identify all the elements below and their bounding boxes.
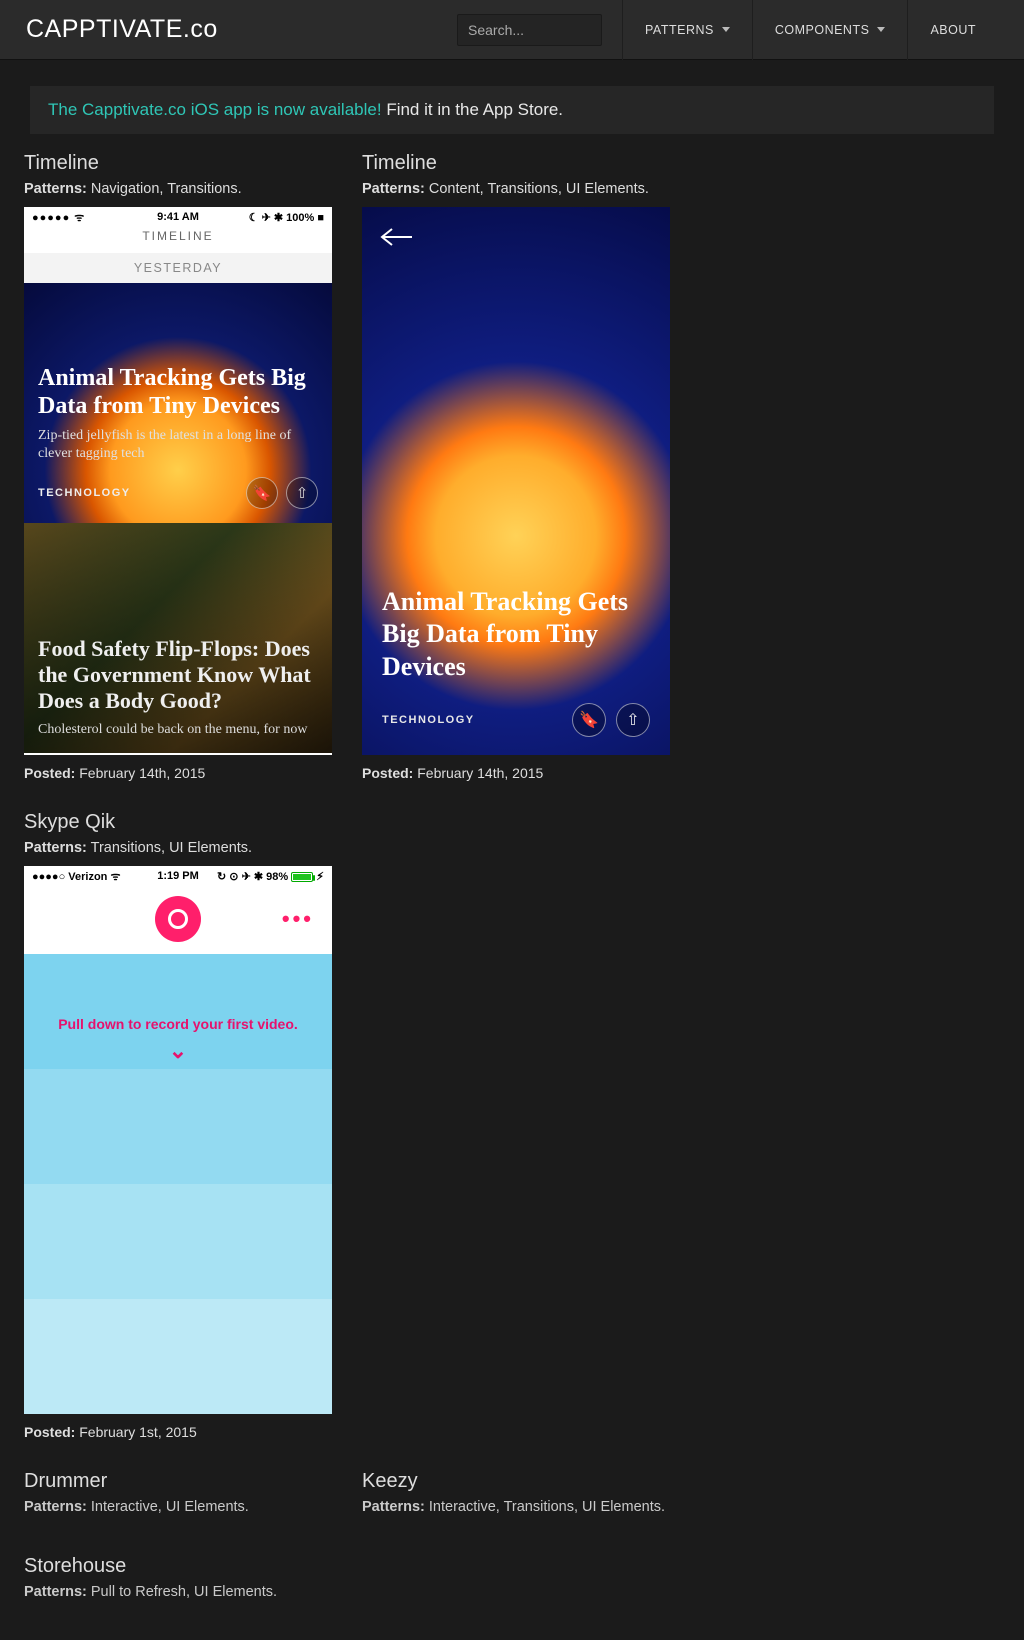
- pattern-card[interactable]: Timeline Patterns: Navigation, Transitio…: [24, 152, 332, 781]
- pattern-card[interactable]: Keezy Patterns: Interactive, Transitions…: [362, 1470, 670, 1525]
- site-logo[interactable]: CAPPTIVATE.co: [26, 15, 218, 44]
- posted-prefix: Posted:: [24, 1424, 75, 1440]
- pattern-card[interactable]: Drummer Patterns: Interactive, UI Elemen…: [24, 1470, 332, 1525]
- card-meta: Patterns: Content, Transitions, UI Eleme…: [362, 181, 670, 197]
- preview-story: Food Safety Flip-Flops: Does the Governm…: [24, 523, 332, 753]
- card-posted: Posted: February 14th, 2015: [362, 765, 670, 781]
- battery-icon: [291, 872, 313, 882]
- patterns-text: Interactive, Transitions, UI Elements.: [429, 1499, 665, 1515]
- patterns-prefix: Patterns:: [24, 181, 87, 197]
- pattern-card[interactable]: Storehouse Patterns: Pull to Refresh, UI…: [24, 1555, 332, 1610]
- card-meta: Patterns: Interactive, Transitions, UI E…: [362, 1499, 670, 1515]
- story-category: TECHNOLOGY: [38, 487, 131, 499]
- posted-prefix: Posted:: [362, 765, 413, 781]
- story-sub: Zip-tied jellyfish is the latest in a lo…: [38, 427, 318, 463]
- announcement-text: Find it in the App Store.: [386, 100, 563, 119]
- preview-hint: Pull down to record your first video. ⌄: [24, 1016, 332, 1064]
- nav-components-label: COMPONENTS: [775, 23, 870, 37]
- nav-components[interactable]: COMPONENTS: [752, 0, 908, 60]
- story-headline: Animal Tracking Gets Big Data from Tiny …: [38, 365, 318, 420]
- card-meta: Patterns: Pull to Refresh, UI Elements.: [24, 1584, 332, 1600]
- story-category: TECHNOLOGY: [382, 714, 475, 726]
- status-time: 1:19 PM: [24, 870, 332, 882]
- nav-patterns[interactable]: PATTERNS: [622, 0, 752, 60]
- patterns-text: Content, Transitions, UI Elements.: [429, 181, 649, 197]
- main-nav: PATTERNS COMPONENTS ABOUT: [622, 0, 998, 60]
- search-input[interactable]: [457, 14, 602, 46]
- posted-prefix: Posted:: [24, 765, 75, 781]
- card-meta: Patterns: Interactive, UI Elements.: [24, 1499, 332, 1515]
- card-title: Storehouse: [24, 1555, 332, 1578]
- share-icon[interactable]: ⇧: [286, 477, 318, 509]
- story-headline: Animal Tracking Gets Big Data from Tiny …: [382, 586, 650, 684]
- back-arrow-icon[interactable]: [378, 225, 414, 254]
- record-button[interactable]: [155, 896, 201, 942]
- announcement-highlight: The Capptivate.co iOS app is now availab…: [48, 100, 382, 119]
- bookmark-icon[interactable]: 🔖: [246, 477, 278, 509]
- posted-date: February 14th, 2015: [79, 765, 205, 781]
- patterns-prefix: Patterns:: [362, 1499, 425, 1515]
- card-grid-row2: Drummer Patterns: Interactive, UI Elemen…: [0, 1470, 1024, 1640]
- patterns-prefix: Patterns:: [24, 1499, 87, 1515]
- pattern-card[interactable]: Timeline Patterns: Content, Transitions,…: [362, 152, 670, 781]
- posted-date: February 1st, 2015: [79, 1424, 197, 1440]
- patterns-prefix: Patterns:: [24, 840, 87, 856]
- nav-about-label: ABOUT: [930, 23, 976, 37]
- more-icon[interactable]: •••: [282, 906, 314, 932]
- chevron-down-icon: [877, 27, 885, 32]
- announcement-banner[interactable]: The Capptivate.co iOS app is now availab…: [30, 86, 994, 134]
- patterns-prefix: Patterns:: [362, 181, 425, 197]
- story-headline: Food Safety Flip-Flops: Does the Governm…: [38, 636, 318, 715]
- card-title: Drummer: [24, 1470, 332, 1493]
- chevron-down-icon: ⌄: [24, 1038, 332, 1064]
- ios-status-bar: ●●●●● ᯤ 9:41 AM ☾ ✈︎ ✱ 100% ■: [24, 207, 332, 225]
- preview-section-header: YESTERDAY: [24, 253, 332, 283]
- card-posted: Posted: February 1st, 2015: [24, 1424, 332, 1440]
- ios-status-bar: ●●●●○ Verizon ᯤ 1:19 PM ↻ ⊙ ✈︎ ✱ 98% ⚡︎: [24, 866, 332, 884]
- bookmark-icon[interactable]: 🔖: [572, 703, 606, 737]
- nav-about[interactable]: ABOUT: [907, 0, 998, 60]
- card-title: Timeline: [362, 152, 670, 175]
- card-grid: Timeline Patterns: Navigation, Transitio…: [0, 152, 1024, 1470]
- story-sub: Cholesterol could be back on the menu, f…: [38, 721, 318, 739]
- topbar: CAPPTIVATE.co PATTERNS COMPONENTS ABOUT: [0, 0, 1024, 60]
- nav-patterns-label: PATTERNS: [645, 23, 714, 37]
- patterns-text: Navigation, Transitions.: [91, 181, 242, 197]
- chevron-down-icon: [722, 27, 730, 32]
- card-title: Timeline: [24, 152, 332, 175]
- app-preview: Animal Tracking Gets Big Data from Tiny …: [362, 207, 670, 755]
- card-meta: Patterns: Navigation, Transitions.: [24, 181, 332, 197]
- app-preview: ●●●●○ Verizon ᯤ 1:19 PM ↻ ⊙ ✈︎ ✱ 98% ⚡︎ …: [24, 866, 332, 1414]
- patterns-text: Pull to Refresh, UI Elements.: [91, 1584, 277, 1600]
- card-posted: Posted: February 14th, 2015: [24, 765, 332, 781]
- preview-chrome: •••: [24, 884, 332, 954]
- preview-navbar-title: TIMELINE: [24, 229, 332, 243]
- preview-story: Animal Tracking Gets Big Data from Tiny …: [24, 283, 332, 523]
- patterns-text: Transitions, UI Elements.: [91, 840, 252, 856]
- status-time: 9:41 AM: [24, 211, 332, 223]
- app-preview: ●●●●● ᯤ 9:41 AM ☾ ✈︎ ✱ 100% ■ TIMELINE Y…: [24, 207, 332, 755]
- posted-date: February 14th, 2015: [417, 765, 543, 781]
- share-icon[interactable]: ⇧: [616, 703, 650, 737]
- patterns-text: Interactive, UI Elements.: [91, 1499, 249, 1515]
- card-meta: Patterns: Transitions, UI Elements.: [24, 840, 332, 856]
- patterns-prefix: Patterns:: [24, 1584, 87, 1600]
- pattern-card[interactable]: Skype Qik Patterns: Transitions, UI Elem…: [24, 811, 332, 1440]
- card-title: Keezy: [362, 1470, 670, 1493]
- card-title: Skype Qik: [24, 811, 332, 834]
